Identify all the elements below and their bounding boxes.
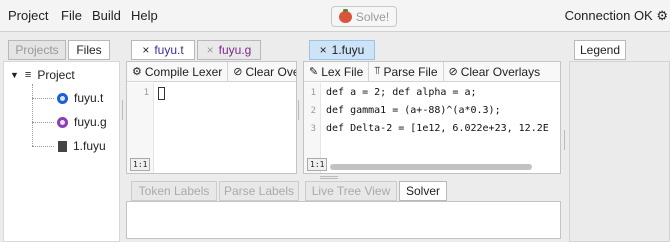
legend-panel <box>569 61 670 242</box>
code-line: def gamma1 = (a+-88)^(a*0.3); <box>326 105 501 116</box>
line-number: 2 <box>310 106 316 116</box>
grammar-circle-icon <box>57 116 68 128</box>
lex-file-label: Lex File <box>321 64 364 79</box>
clear-overlays-button[interactable]: ⊘ Clear Overlays <box>444 62 546 81</box>
menu-bar: Project File Build Help Solve! Connectio… <box>0 0 670 32</box>
line-number: 3 <box>310 124 316 134</box>
lexer-editor-panel: ⚙ Compile Lexer ⊘ Clear Ove 1 1:1 <box>126 61 297 174</box>
menu-build[interactable]: Build <box>92 8 121 23</box>
connection-status: Connection OK ⚙ <box>564 8 668 23</box>
tab-parse-labels[interactable]: Parse Labels <box>219 181 299 201</box>
tab-legend-label: Legend <box>579 43 621 57</box>
splitter-handle[interactable] <box>320 176 338 179</box>
tab-projects[interactable]: Projects <box>8 40 66 60</box>
tree-connector <box>32 122 54 123</box>
tab-fuyu-t[interactable]: × fuyu.t <box>131 40 195 60</box>
tree-connector <box>32 146 54 147</box>
horizontal-scrollbar[interactable] <box>330 164 532 170</box>
tab-token-labels-label: Token Labels <box>138 184 210 198</box>
tab-fuyu-g-label: fuyu.g <box>218 43 252 57</box>
tab-files-label: Files <box>76 43 102 57</box>
line-number: 1 <box>143 88 149 98</box>
parse-file-label: Parse File <box>383 64 438 79</box>
tree-item-label: 1.fuyu <box>73 139 106 153</box>
tree-item-label: fuyu.t <box>74 91 104 105</box>
solve-button-label: Solve! <box>355 9 390 24</box>
source-editor-panel: ✎ Lex File ⫪ Parse File ⊘ Clear Overlays… <box>303 61 561 174</box>
lex-file-button[interactable]: ✎ Lex File <box>304 62 370 81</box>
clear-overlays-button[interactable]: ⊘ Clear Ove <box>228 62 296 81</box>
tab-parse-labels-label: Parse Labels <box>223 184 295 198</box>
splitter-handle[interactable] <box>564 130 565 150</box>
tree-connector <box>32 84 33 146</box>
code-line: def a = 2; def alpha = a; <box>326 87 477 98</box>
source-toolbar: ✎ Lex File ⫪ Parse File ⊘ Clear Overlays <box>304 62 560 82</box>
tab-live-tree-view[interactable]: Live Tree View <box>305 181 397 201</box>
gear-icon: ⚙ <box>132 66 142 78</box>
tree-connector <box>32 98 54 99</box>
tree-root-label: Project <box>37 68 75 82</box>
cursor-position: 1:1 <box>307 158 328 171</box>
tab-token-labels[interactable]: Token Labels <box>131 181 217 201</box>
document-icon <box>58 140 67 152</box>
tree-item-fuyu-t[interactable]: fuyu.t <box>57 91 103 105</box>
compile-lexer-label: Compile Lexer <box>144 64 223 79</box>
tab-1-fuyu[interactable]: × 1.fuyu <box>309 40 375 60</box>
parse-file-button[interactable]: ⫪ Parse File <box>369 62 444 81</box>
tab-legend[interactable]: Legend <box>574 40 626 60</box>
tree-item-1-fuyu[interactable]: 1.fuyu <box>58 139 106 153</box>
source-code-area[interactable]: def a = 2; def alpha = a; def gamma1 = (… <box>324 83 560 163</box>
tree-root[interactable]: ▼ ≡ Project <box>10 68 75 82</box>
menu-file[interactable]: File <box>61 8 82 23</box>
clear-overlays-label: Clear Ove <box>245 64 296 79</box>
tab-fuyu-g[interactable]: × fuyu.g <box>197 40 261 60</box>
tree-item-label: fuyu.g <box>74 115 107 129</box>
list-icon: ≡ <box>24 69 32 81</box>
solve-button[interactable]: Solve! <box>331 6 397 27</box>
lexer-toolbar: ⚙ Compile Lexer ⊘ Clear Ove <box>127 62 296 82</box>
close-icon[interactable]: × <box>207 43 214 57</box>
close-icon[interactable]: × <box>320 43 327 57</box>
clear-overlays-label: Clear Overlays <box>460 64 541 79</box>
menu-help[interactable]: Help <box>131 8 158 23</box>
close-icon[interactable]: × <box>142 43 149 57</box>
brush-icon: ✎ <box>309 66 319 78</box>
tab-solver-label: Solver <box>405 184 440 198</box>
splitter-handle[interactable] <box>122 100 123 120</box>
project-tree-panel: ▼ ≡ Project fuyu.t fuyu.g 1.fuyu <box>3 61 120 242</box>
tab-files[interactable]: Files <box>68 40 110 60</box>
tomato-icon <box>338 8 352 23</box>
tree-item-fuyu-g[interactable]: fuyu.g <box>57 115 107 129</box>
lexer-code-area[interactable] <box>155 83 296 163</box>
menu-project[interactable]: Project <box>8 8 48 23</box>
solver-panel <box>126 201 561 239</box>
tab-solver[interactable]: Solver <box>399 181 447 201</box>
clear-icon: ⊘ <box>233 66 243 78</box>
code-line: def Delta-2 = [1e12, 6.022e+23, 12.2E <box>326 123 549 134</box>
clear-icon: ⊘ <box>448 66 458 78</box>
cursor-position: 1:1 <box>130 158 151 171</box>
compile-lexer-button[interactable]: ⚙ Compile Lexer <box>127 62 229 81</box>
tab-live-tree-view-label: Live Tree View <box>311 184 391 198</box>
tab-projects-label: Projects <box>15 43 59 57</box>
line-number: 1 <box>310 88 316 98</box>
lexer-circle-icon <box>57 92 68 104</box>
tab-fuyu-t-label: fuyu.t <box>154 43 184 57</box>
splitter-handle[interactable] <box>298 100 299 120</box>
tree-icon: ⫪ <box>374 65 381 77</box>
tab-1-fuyu-label: 1.fuyu <box>331 43 365 57</box>
expand-arrow-icon[interactable]: ▼ <box>10 70 19 80</box>
